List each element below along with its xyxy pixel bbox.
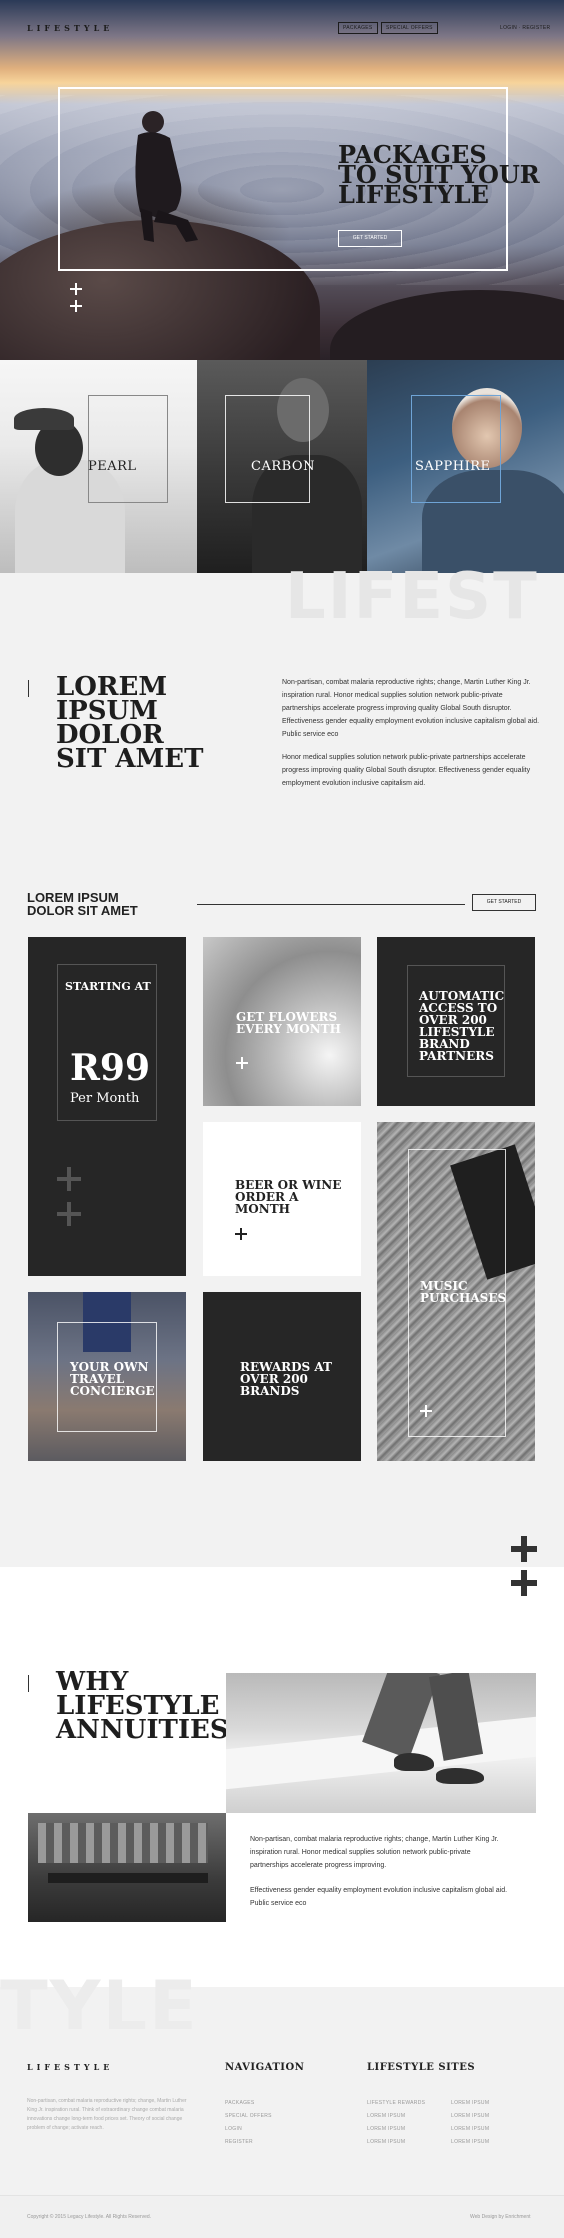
package-frame	[225, 395, 310, 503]
starting-at-label: STARTING AT	[65, 980, 151, 993]
plus-icon	[511, 1536, 537, 1562]
footer-description: Non-partisan, combat malaria reproductiv…	[27, 2098, 187, 2131]
travel-concierge-tile[interactable]: YOUR OWN TRAVEL CONCIERGE	[28, 1292, 186, 1461]
grid-get-started-button[interactable]: GET STARTED	[472, 894, 536, 911]
intro-title-line: SIT AMET	[56, 744, 204, 774]
music-title: MUSIC PURCHASES	[420, 1280, 506, 1304]
background-word: TYLE	[0, 1972, 199, 2029]
footer-site-link[interactable]: LOREM IPSUM	[367, 2126, 405, 2132]
music-title-line: PURCHASES	[420, 1291, 507, 1305]
brand-partners-tile[interactable]: AUTOMATIC ACCESS TO OVER 200 LIFESTYLE B…	[377, 937, 535, 1106]
beer-wine-tile[interactable]: BEER OR WINE ORDER A MONTH	[203, 1122, 361, 1276]
divider-line	[197, 904, 465, 905]
footer-nav-link[interactable]: REGISTER	[225, 2139, 253, 2145]
package-frame	[411, 395, 501, 503]
hero-title: PACKAGES TO SUIT YOUR LIFESTYLE	[338, 143, 540, 207]
why-title-line: ANNUITIES	[56, 1715, 229, 1745]
package-label: SAPPHIRE	[415, 459, 491, 474]
price-period: Per Month	[70, 1091, 140, 1106]
plus-icon	[236, 1057, 248, 1069]
shoe-image	[436, 1768, 484, 1784]
walking-feet-image	[226, 1673, 536, 1813]
price-value: R99	[70, 1047, 151, 1089]
site-logo[interactable]: LIFESTYLE	[27, 23, 113, 33]
footer-nav-link[interactable]: SPECIAL OFFERS	[225, 2113, 272, 2119]
nav-login-register-link[interactable]: LOGIN · REGISTER	[500, 25, 550, 31]
shelves-image	[38, 1823, 208, 1863]
footer-nav-link[interactable]: LOGIN	[225, 2126, 242, 2132]
music-tile[interactable]: MUSIC PURCHASES	[377, 1122, 535, 1461]
footer-sites-heading: LIFESTYLE SITES	[367, 2062, 476, 2073]
footer-site-link[interactable]: LOREM IPSUM	[451, 2100, 489, 2106]
plus-icon	[70, 300, 82, 312]
plus-icon	[420, 1405, 432, 1417]
grid-title-line: DOLOR SIT AMET	[27, 903, 138, 918]
background-word: LIFEST	[285, 560, 539, 634]
hero-get-started-button[interactable]: GET STARTED	[338, 230, 402, 247]
brand-partners-title: AUTOMATIC ACCESS TO OVER 200 LIFESTYLE B…	[419, 990, 504, 1062]
table-image	[48, 1873, 208, 1883]
package-label: CARBON	[251, 459, 315, 474]
footer-site-link[interactable]: LOREM IPSUM	[451, 2113, 489, 2119]
flowers-title-line: EVERY MONTH	[236, 1022, 341, 1036]
grid-section-title: LOREM IPSUM DOLOR SIT AMET	[27, 891, 138, 917]
footer-site-link[interactable]: LIFESTYLE REWARDS	[367, 2100, 425, 2106]
travel-title: YOUR OWN TRAVEL CONCIERGE	[70, 1361, 155, 1397]
plus-icon	[57, 1167, 81, 1191]
footer-site-link[interactable]: LOREM IPSUM	[451, 2126, 489, 2132]
footer-navigation-heading: NAVIGATION	[225, 2062, 305, 2073]
shoe-image	[394, 1753, 434, 1771]
flowers-title: GET FLOWERS EVERY MONTH	[236, 1011, 341, 1035]
rewards-title: REWARDS AT OVER 200 BRANDS	[240, 1361, 332, 1397]
footer-site-link[interactable]: LOREM IPSUM	[367, 2139, 405, 2145]
footer-nav-link[interactable]: PACKAGES	[225, 2100, 255, 2106]
travel-title-line: CONCIERGE	[70, 1384, 155, 1398]
plus-icon	[70, 283, 82, 295]
copyright-text: Copyright © 2015 Legacy Lifestyle. All R…	[27, 2214, 152, 2220]
rock-image-right	[330, 290, 564, 360]
why-title: WHY LIFESTYLE ANNUITIES	[56, 1669, 229, 1745]
design-credit-link[interactable]: Web Design by Enrichment	[470, 2214, 531, 2220]
footer-site-link[interactable]: LOREM IPSUM	[451, 2139, 489, 2145]
nav-special-offers-button[interactable]: SPECIAL OFFERS	[381, 22, 438, 34]
why-paragraph: Non-partisan, combat malaria reproductiv…	[250, 1836, 499, 1869]
cap-image	[14, 408, 74, 430]
footer-logo[interactable]: LIFESTYLE	[27, 2062, 113, 2072]
rewards-tile[interactable]: REWARDS AT OVER 200 BRANDS	[203, 1292, 361, 1461]
plus-icon	[511, 1570, 537, 1596]
restaurant-image	[28, 1813, 226, 1922]
plus-icon	[57, 1202, 81, 1226]
intro-title: LOREM IPSUM DOLOR SIT AMET	[56, 674, 204, 774]
brand-partners-line: PARTNERS	[419, 1049, 494, 1063]
package-pearl-card[interactable]: PEARL	[0, 360, 197, 573]
package-label: PEARL	[88, 459, 137, 474]
beer-wine-title: BEER OR WINE ORDER A MONTH	[235, 1179, 341, 1215]
section-marker	[28, 1675, 29, 1692]
why-paragraph: Effectiveness gender equality employment…	[250, 1887, 508, 1907]
price-tile[interactable]: STARTING AT R99 Per Month	[28, 937, 186, 1276]
footer-site-link[interactable]: LOREM IPSUM	[367, 2113, 405, 2119]
flowers-tile[interactable]: GET FLOWERS EVERY MONTH	[203, 937, 361, 1106]
beer-wine-line: MONTH	[235, 1202, 290, 1216]
plus-icon	[235, 1228, 247, 1240]
rewards-title-line: BRANDS	[240, 1384, 300, 1398]
intro-paragraph: Honor medical supplies solution network …	[282, 754, 531, 787]
package-carbon-card[interactable]: CARBON	[197, 360, 367, 573]
intro-paragraph: Non-partisan, combat malaria reproductiv…	[282, 679, 540, 738]
section-marker	[28, 680, 29, 697]
nav-packages-button[interactable]: PACKAGES	[338, 22, 378, 34]
package-sapphire-card[interactable]: SAPPHIRE	[367, 360, 564, 573]
package-frame	[88, 395, 168, 503]
